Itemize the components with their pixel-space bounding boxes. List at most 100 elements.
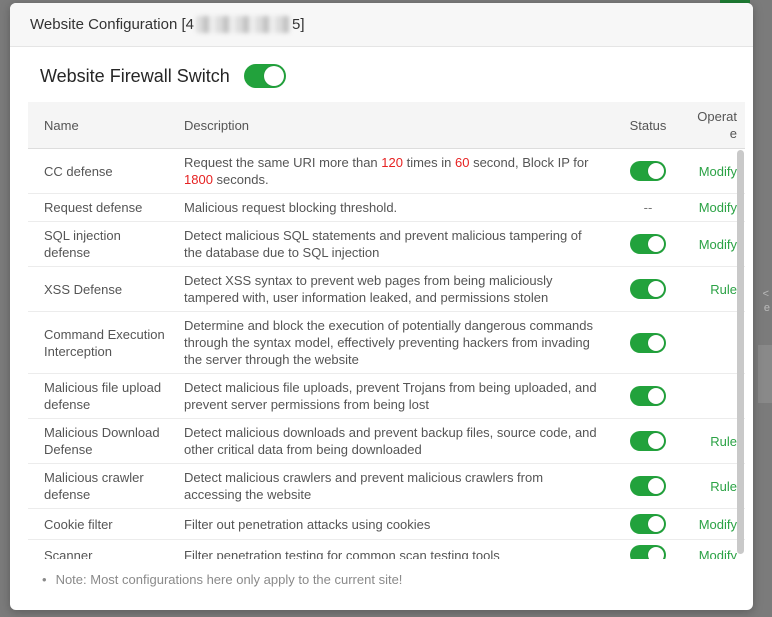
dialog-body: Website Firewall Switch Name Description… [10, 64, 753, 587]
column-header-operate: Operate [685, 102, 745, 149]
description-text: second, Block IP for [469, 155, 588, 170]
rule-operate-cell: Rule [685, 267, 745, 312]
status-toggle[interactable] [630, 333, 666, 353]
rule-status-cell [611, 149, 685, 194]
rule-link[interactable]: Rule [710, 479, 737, 494]
table-header-row: Name Description Status Operate [28, 102, 745, 149]
table-row: XSS DefenseDetect XSS syntax to prevent … [28, 267, 745, 312]
occluded-page-fragment [758, 345, 772, 403]
description-text: Malicious request blocking threshold. [184, 200, 397, 215]
rule-status-cell [611, 464, 685, 509]
status-toggle[interactable] [630, 279, 666, 299]
rule-operate-cell: Modify [685, 509, 745, 540]
description-text: Detect XSS syntax to prevent web pages f… [184, 273, 553, 305]
rule-link[interactable]: Rule [710, 434, 737, 449]
description-text: Detect malicious SQL statements and prev… [184, 228, 582, 260]
column-header-name: Name [28, 102, 176, 149]
firewall-settings-table: Name Description Status Operate CC defen… [28, 102, 745, 559]
rule-name-cell: Scanner [28, 540, 176, 560]
rule-operate-cell: Modify [685, 194, 745, 222]
website-firewall-toggle[interactable] [244, 64, 286, 88]
description-text: times in [403, 155, 455, 170]
modify-link[interactable]: Modify [699, 237, 737, 252]
modify-link[interactable]: Modify [699, 164, 737, 179]
status-toggle[interactable] [630, 431, 666, 451]
rule-status-cell [611, 312, 685, 374]
status-toggle[interactable] [630, 476, 666, 496]
occluded-text-fragment: < [763, 289, 769, 300]
rule-operate-cell: Modify [685, 149, 745, 194]
table-row: Cookie filter Filter out penetration atta… [28, 509, 745, 540]
rule-description-cell: Determine and block the execution of pot… [176, 312, 611, 374]
description-text: Detect malicious crawlers and prevent ma… [184, 470, 543, 502]
rule-description-cell: Request the same URI more than 120 times… [176, 149, 611, 194]
rule-status-cell [611, 509, 685, 540]
description-text: Detect malicious downloads and prevent b… [184, 425, 597, 457]
occluded-text-fragment: e [764, 303, 770, 314]
table-row: Malicious Download DefenseDetect malicio… [28, 419, 745, 464]
vertical-scrollbar[interactable] [737, 150, 744, 554]
description-text: Filter out penetration attacks using coo… [184, 517, 430, 532]
firewall-settings-table-container: Name Description Status Operate CC defen… [28, 102, 745, 559]
redacted-site-identifier [196, 16, 290, 33]
status-toggle[interactable] [630, 161, 666, 181]
rule-operate-cell: Modify [685, 222, 745, 267]
rule-status-cell: -- [611, 194, 685, 222]
status-toggle[interactable] [630, 234, 666, 254]
website-configuration-dialog: Website Configuration [45] Website Firew… [10, 3, 753, 610]
column-header-status: Status [611, 102, 685, 149]
rule-description-cell: Malicious request blocking threshold. [176, 194, 611, 222]
footer-note: Note: Most configurations here only appl… [42, 572, 745, 587]
rule-name-cell: Command Execution Interception [28, 312, 176, 374]
rule-operate-cell [685, 312, 745, 374]
rule-status-cell [611, 222, 685, 267]
description-text: Determine and block the execution of pot… [184, 318, 593, 367]
table-row: Malicious file upload defenseDetect mali… [28, 374, 745, 419]
description-text: Request the same URI more than [184, 155, 381, 170]
description-text: seconds. [213, 172, 269, 187]
rule-description-cell: Detect XSS syntax to prevent web pages f… [176, 267, 611, 312]
firewall-switch-row: Website Firewall Switch [40, 64, 745, 88]
dialog-title-bar: Website Configuration [45] [10, 3, 753, 47]
rule-status-cell [611, 540, 685, 560]
rule-description-cell: Filter out penetration attacks using coo… [176, 509, 611, 540]
table-body: CC defenseRequest the same URI more than… [28, 149, 745, 560]
rule-status-cell [611, 267, 685, 312]
rule-operate-cell: Rule [685, 464, 745, 509]
rule-name-cell: XSS Defense [28, 267, 176, 312]
table-row: CC defenseRequest the same URI more than… [28, 149, 745, 194]
rule-name-cell: Request defense [28, 194, 176, 222]
rule-description-cell: Detect malicious downloads and prevent b… [176, 419, 611, 464]
rule-status-cell [611, 374, 685, 419]
table-row: Malicious crawler defenseDetect maliciou… [28, 464, 745, 509]
rule-name-cell: SQL injection defense [28, 222, 176, 267]
description-text: Detect malicious file uploads, prevent T… [184, 380, 597, 412]
firewall-switch-label: Website Firewall Switch [40, 66, 230, 87]
modify-link[interactable]: Modify [699, 548, 737, 560]
rule-name-cell: Malicious crawler defense [28, 464, 176, 509]
status-toggle[interactable] [630, 514, 666, 534]
table-row: Command Execution InterceptionDetermine … [28, 312, 745, 374]
column-header-description: Description [176, 102, 611, 149]
table-row: ScannerFilter penetration testing for co… [28, 540, 745, 560]
modify-link[interactable]: Modify [699, 517, 737, 532]
rule-operate-cell [685, 374, 745, 419]
description-highlight-value: 60 [455, 155, 469, 170]
rule-link[interactable]: Rule [710, 282, 737, 297]
rule-description-cell: Filter penetration testing for common sc… [176, 540, 611, 560]
description-highlight-value: 120 [381, 155, 403, 170]
table-row: SQL injection defenseDetect malicious SQ… [28, 222, 745, 267]
rule-description-cell: Detect malicious file uploads, prevent T… [176, 374, 611, 419]
rule-operate-cell: Rule [685, 419, 745, 464]
rule-status-cell [611, 419, 685, 464]
dialog-title: Website Configuration [45] [30, 16, 305, 33]
rule-name-cell: CC defense [28, 149, 176, 194]
modify-link[interactable]: Modify [699, 200, 737, 215]
description-highlight-value: 1800 [184, 172, 213, 187]
rule-name-cell: Cookie filter [28, 509, 176, 540]
rule-description-cell: Detect malicious crawlers and prevent ma… [176, 464, 611, 509]
rule-name-cell: Malicious file upload defense [28, 374, 176, 419]
status-toggle[interactable] [630, 386, 666, 406]
status-toggle[interactable] [630, 545, 666, 559]
rule-description-cell: Detect malicious SQL statements and prev… [176, 222, 611, 267]
